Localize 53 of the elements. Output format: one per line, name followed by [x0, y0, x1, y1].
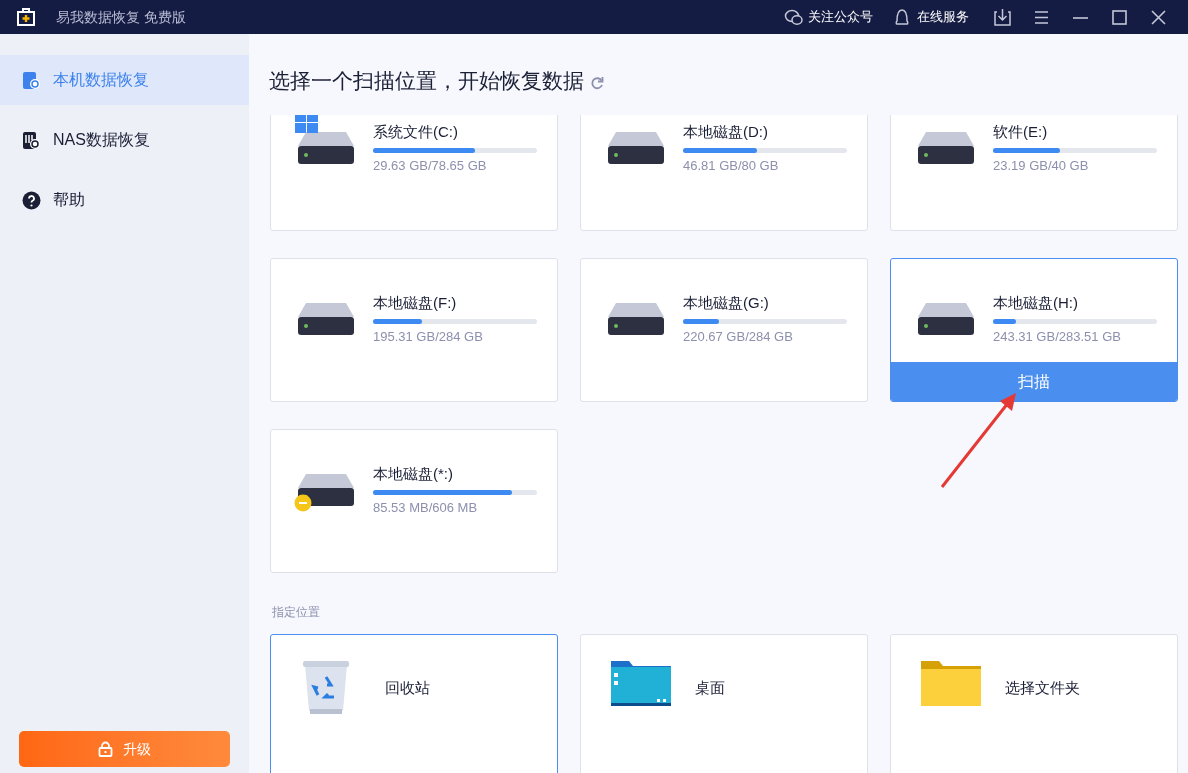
- drive-card[interactable]: 系统文件(C:) 29.63 GB/78.65 GB: [270, 115, 558, 231]
- drive-size: 46.81 GB/80 GB: [683, 157, 780, 175]
- location-card[interactable]: 桌面: [580, 634, 868, 773]
- location-name: 桌面: [695, 678, 725, 698]
- drive-name: 本地磁盘(H:): [993, 293, 1079, 313]
- drive-name: 本地磁盘(D:): [683, 122, 769, 142]
- hard-drive-icon: [608, 132, 664, 166]
- window-title: 易我数据恢复 免费版: [56, 7, 186, 27]
- sidebar-item[interactable]: 帮助: [0, 175, 249, 225]
- drive-size: 29.63 GB/78.65 GB: [373, 157, 488, 175]
- sidebar-item[interactable]: NAS数据恢复: [0, 115, 249, 165]
- hard-drive-icon: [298, 474, 354, 508]
- support-link[interactable]: 在线服务: [893, 7, 969, 27]
- hard-drive-icon: [298, 303, 354, 337]
- drive-size: 243.31 GB/283.51 GB: [993, 328, 1122, 346]
- drive-name: 本地磁盘(G:): [683, 293, 770, 313]
- drive-name: 系统文件(C:): [373, 122, 459, 142]
- wechat-link[interactable]: 关注公众号: [784, 7, 873, 27]
- computer-file-icon: [22, 70, 41, 90]
- drive-name: 本地磁盘(F:): [373, 293, 458, 313]
- download-icon[interactable]: [993, 7, 1012, 27]
- nas-drive-icon: [22, 130, 41, 150]
- page-heading: 选择一个扫描位置，开始恢复数据: [269, 68, 584, 95]
- drive-size: 85.53 MB/606 MB: [373, 499, 479, 517]
- lock-icon: [98, 741, 113, 757]
- section-label: 指定位置: [271, 604, 321, 621]
- app-logo-icon: [16, 7, 36, 27]
- hard-drive-icon: [918, 303, 974, 337]
- drive-size: 23.19 GB/40 GB: [993, 157, 1090, 175]
- drive-card[interactable]: 本地磁盘(*:) 85.53 MB/606 MB: [270, 429, 558, 573]
- refresh-icon[interactable]: [590, 76, 604, 90]
- minus-badge-icon: [294, 494, 312, 512]
- drive-name: 本地磁盘(*:): [373, 464, 454, 484]
- location-name: 回收站: [385, 678, 430, 698]
- hard-drive-icon: [918, 132, 974, 166]
- drive-size: 220.67 GB/284 GB: [683, 328, 794, 346]
- drive-size: 195.31 GB/284 GB: [373, 328, 484, 346]
- chat-bubbles-icon: [784, 8, 803, 26]
- drive-card[interactable]: 软件(E:) 23.19 GB/40 GB: [890, 115, 1178, 231]
- drive-card[interactable]: 本地磁盘(G:) 220.67 GB/284 GB: [580, 258, 868, 402]
- hard-drive-icon: [608, 303, 664, 337]
- close-icon[interactable]: [1149, 7, 1168, 27]
- drive-name: 软件(E:): [993, 122, 1049, 142]
- windows-logo-icon: [295, 115, 319, 134]
- drive-card[interactable]: 本地磁盘(F:) 195.31 GB/284 GB: [270, 258, 558, 402]
- drive-card[interactable]: 本地磁盘(D:) 46.81 GB/80 GB: [580, 115, 868, 231]
- location-card[interactable]: 回收站: [270, 634, 558, 773]
- maximize-icon[interactable]: [1110, 7, 1129, 27]
- help-icon: [22, 190, 41, 210]
- hard-drive-icon: [298, 132, 354, 166]
- drive-card[interactable]: 本地磁盘(H:) 243.31 GB/283.51 GB 扫描: [890, 258, 1178, 402]
- location-name: 选择文件夹: [1005, 678, 1080, 698]
- location-card[interactable]: 选择文件夹: [890, 634, 1178, 773]
